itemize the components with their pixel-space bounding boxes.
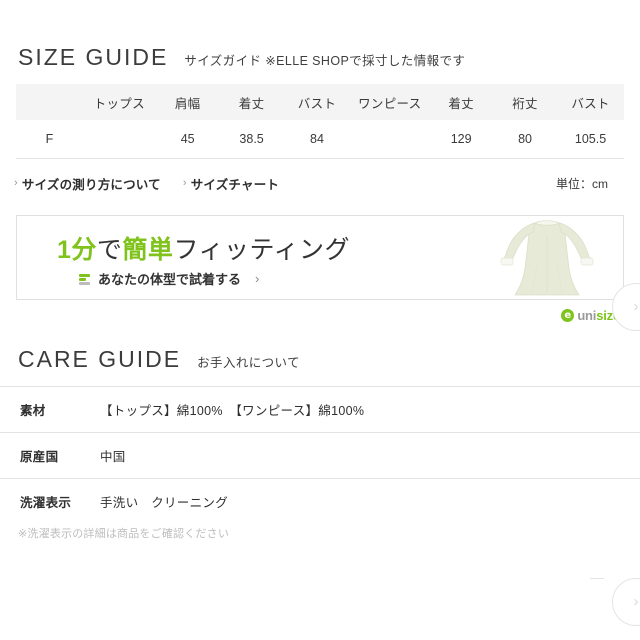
- bars-icon: [79, 273, 90, 285]
- size-links-row: › サイズの測り方について › サイズチャート 単位：cm: [0, 173, 640, 193]
- size-header-4: バスト: [283, 84, 351, 120]
- care-guide-subtitle: お手入れについて: [197, 356, 300, 370]
- table-row: 洗濯表示 手洗い クリーニング: [0, 478, 640, 525]
- care-value-origin: 中国: [100, 450, 126, 464]
- size-table: トップス 肩幅 着丈 バスト ワンピース 着丈 裄丈 バスト F 45 38.5…: [16, 84, 624, 159]
- link-how-to-measure[interactable]: › サイズの測り方について: [14, 174, 161, 193]
- link-size-chart-label: サイズチャート: [190, 177, 280, 192]
- chevron-right-icon: ›: [255, 271, 260, 286]
- chevron-right-icon: ›: [14, 177, 18, 189]
- size-header-5: ワンピース: [350, 84, 430, 120]
- unisize-word-uni: uni: [577, 307, 597, 323]
- fitting-cta-label: あなたの体型で試着する: [98, 272, 242, 287]
- chevron-right-icon: ›: [182, 177, 187, 189]
- size-guide-heading: SIZE GUIDE サイズガイド ※ELLE SHOPで採寸した情報です: [0, 44, 640, 71]
- size-cell-label: F: [16, 120, 83, 159]
- care-value-washing: 手洗い クリーニング: [100, 496, 229, 510]
- size-cell-2: 45: [155, 120, 220, 159]
- size-cell-3: 38.5: [219, 120, 284, 159]
- size-cell-6: 129: [429, 120, 494, 159]
- care-guide-note: ※洗濯表示の詳細は商品をご確認ください: [18, 528, 230, 540]
- size-cell-1: [82, 120, 156, 159]
- fitting-headline-part-1: で: [96, 236, 123, 264]
- size-table-body: F 45 38.5 84 129 80 105.5: [16, 120, 624, 159]
- unit-note: 単位：cm: [556, 176, 608, 191]
- edge-divider: [590, 578, 604, 579]
- fitting-headline-part-3: フィッティング: [173, 236, 350, 264]
- table-row: 原産国 中国: [0, 432, 640, 479]
- table-row: 素材 【トップス】綿100% 【ワンピース】綿100%: [0, 386, 640, 433]
- link-size-chart[interactable]: › サイズチャート: [183, 174, 279, 193]
- care-guide-title: CARE GUIDE: [18, 346, 182, 372]
- fitting-headline-part-2: 簡単: [122, 236, 174, 264]
- size-header-6: 着丈: [429, 84, 494, 120]
- size-table-wrapper: トップス 肩幅 着丈 バスト ワンピース 着丈 裄丈 バスト F 45 38.5…: [0, 84, 640, 159]
- size-header-1: トップス: [82, 84, 156, 120]
- size-cell-4: 84: [283, 120, 351, 159]
- fitting-banner[interactable]: 1分で簡単フィッティング あなたの体型で試着する ›: [16, 215, 624, 300]
- size-cell-8: 105.5: [557, 120, 624, 159]
- size-guide-section: SIZE GUIDE サイズガイド ※ELLE SHOPで採寸した情報です トッ…: [0, 0, 640, 193]
- edge-control-bottom[interactable]: ›: [612, 578, 640, 626]
- size-header-0: [16, 84, 83, 120]
- care-guide-heading: CARE GUIDE お手入れについて: [0, 346, 640, 373]
- size-header-8: バスト: [557, 84, 624, 120]
- size-cell-7: 80: [493, 120, 558, 159]
- dress-illustration: [499, 215, 595, 299]
- size-table-header-row: トップス 肩幅 着丈 バスト ワンピース 着丈 裄丈 バスト: [16, 84, 624, 120]
- table-row: F 45 38.5 84 129 80 105.5: [16, 120, 624, 159]
- size-header-7: 裄丈: [493, 84, 558, 120]
- size-table-head: トップス 肩幅 着丈 バスト ワンピース 着丈 裄丈 バスト: [16, 84, 624, 120]
- care-label-washing: 洗濯表示: [20, 496, 72, 510]
- size-cell-5: [350, 120, 430, 159]
- fitting-cta[interactable]: あなたの体型で試着する ›: [79, 269, 259, 288]
- unisize-mark-icon: e: [561, 308, 575, 322]
- care-guide-section: CARE GUIDE お手入れについて 素材 【トップス】綿100% 【ワンピー…: [0, 346, 640, 541]
- fitting-headline: 1分で簡単フィッティング: [57, 230, 350, 266]
- link-how-to-measure-label: サイズの測り方について: [21, 177, 161, 192]
- size-guide-subtitle: サイズガイド ※ELLE SHOPで採寸した情報です: [184, 54, 466, 68]
- size-guide-title: SIZE GUIDE: [18, 44, 169, 70]
- care-label-origin: 原産国: [20, 450, 59, 464]
- care-value-material: 【トップス】綿100% 【ワンピース】綿100%: [100, 404, 365, 418]
- size-header-3: 着丈: [219, 84, 284, 120]
- fitting-headline-part-0: 1分: [57, 236, 97, 264]
- care-table: 素材 【トップス】綿100% 【ワンピース】綿100% 原産国 中国 洗濯表示 …: [0, 386, 640, 524]
- care-label-material: 素材: [20, 404, 46, 418]
- size-header-2: 肩幅: [155, 84, 220, 120]
- product-detail-page: SIZE GUIDE サイズガイド ※ELLE SHOPで採寸した情報です トッ…: [0, 0, 640, 640]
- unisize-logo: e unisize: [0, 300, 640, 324]
